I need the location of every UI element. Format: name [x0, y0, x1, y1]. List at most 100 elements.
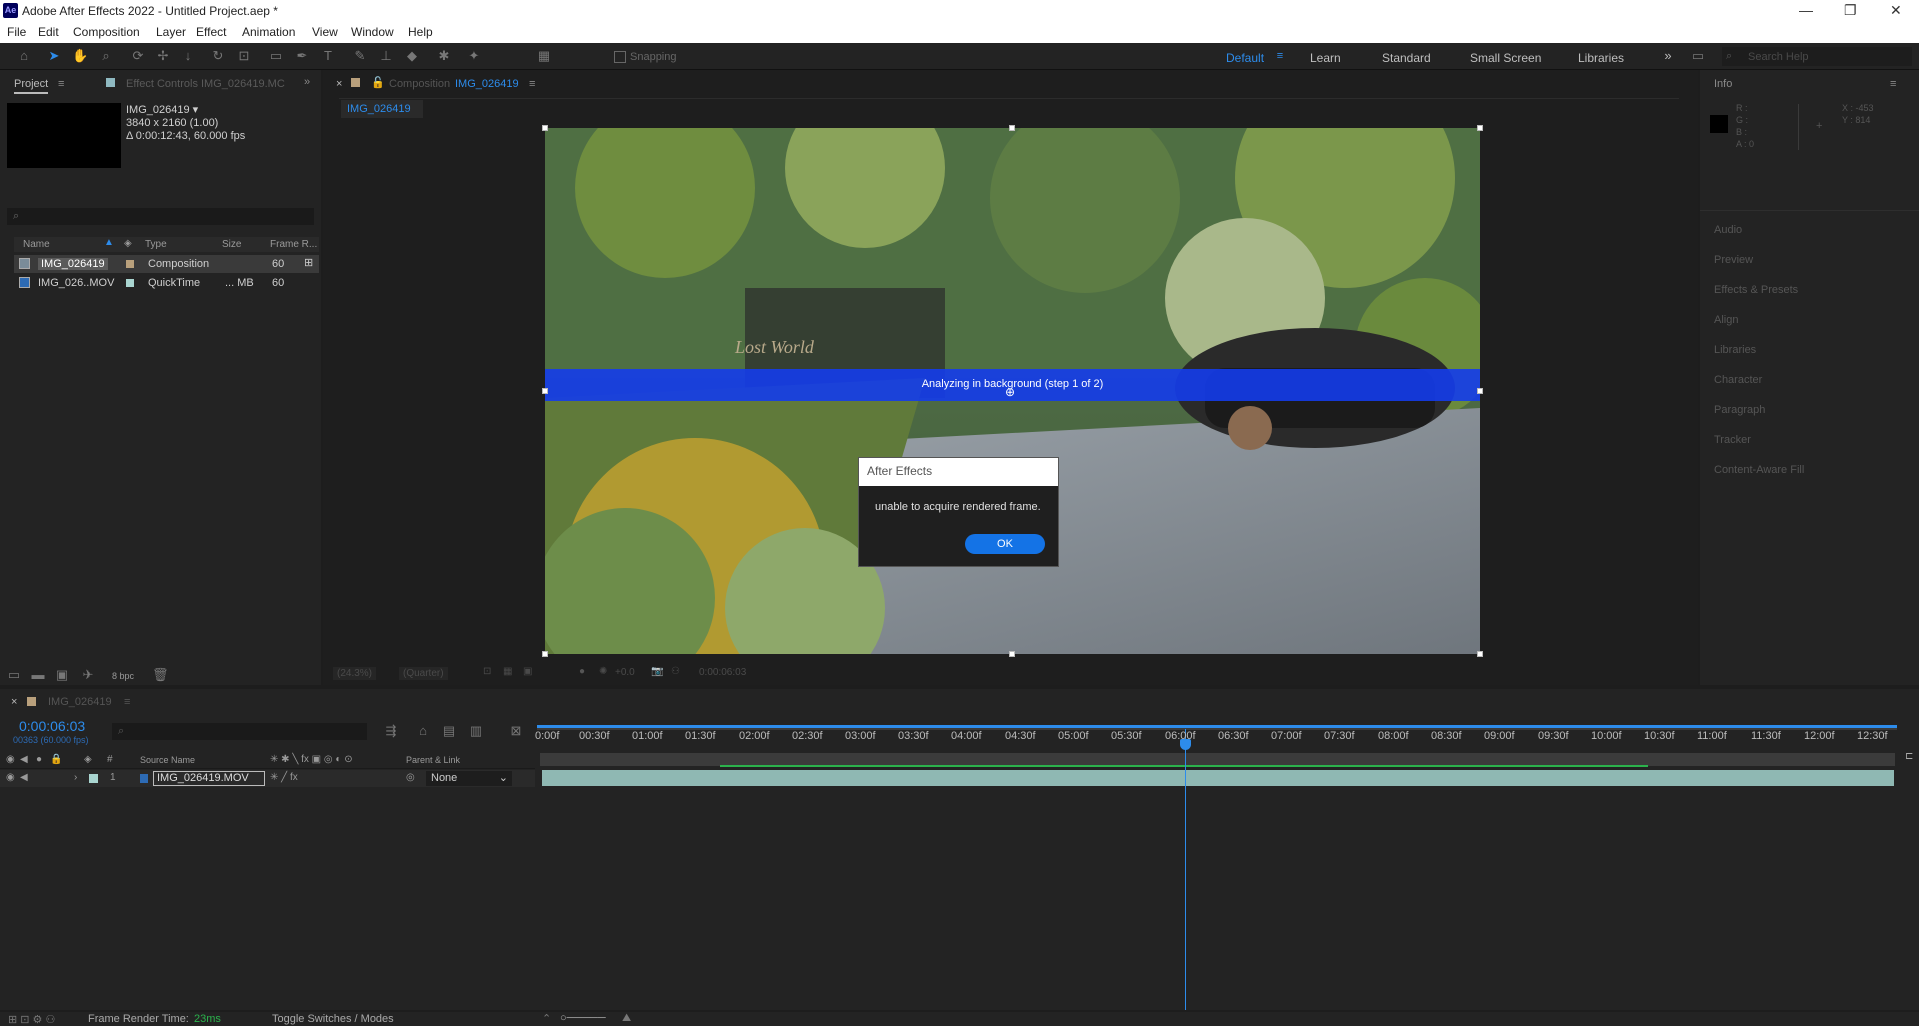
- project-search-input[interactable]: ⌕: [7, 208, 314, 225]
- draft-3d-icon[interactable]: ⌂: [415, 724, 431, 738]
- shy-layers-icon[interactable]: ▤: [441, 724, 457, 738]
- menu-edit[interactable]: Edit: [38, 25, 59, 39]
- transform-handle[interactable]: [1009, 125, 1015, 131]
- snapping-checkbox[interactable]: [614, 51, 626, 63]
- transform-handle[interactable]: [1477, 651, 1483, 657]
- panel-content-aware-fill[interactable]: Content-Aware Fill: [1714, 464, 1804, 476]
- close-icon[interactable]: ✕: [1890, 2, 1902, 19]
- exposure-value[interactable]: +0.0: [615, 667, 635, 678]
- workspace-learn[interactable]: Learn: [1310, 51, 1341, 65]
- pan-tool-icon[interactable]: ✢: [155, 49, 171, 63]
- panel-icon[interactable]: ▭: [1690, 49, 1706, 63]
- selection-tool-icon[interactable]: ➤: [46, 49, 62, 63]
- info-menu-icon[interactable]: ≡: [1890, 78, 1896, 90]
- layer-number-icon[interactable]: #: [107, 754, 113, 765]
- composition-mini-flowchart-icon[interactable]: ⇶: [383, 724, 399, 738]
- expand-layer-icon[interactable]: ›: [74, 772, 77, 783]
- video-switch-icon[interactable]: ◉: [6, 754, 15, 765]
- close-tab-icon[interactable]: ×: [336, 78, 342, 90]
- menu-view[interactable]: View: [312, 25, 338, 39]
- column-name[interactable]: Name: [23, 239, 50, 250]
- tab-effect-controls[interactable]: Effect Controls IMG_026419.MC: [126, 78, 285, 90]
- status-icons[interactable]: ⊞ ⊡ ⚙ ⚇: [8, 1013, 55, 1026]
- menu-animation[interactable]: Animation: [242, 25, 295, 39]
- panel-audio[interactable]: Audio: [1714, 224, 1742, 236]
- column-type[interactable]: Type: [145, 239, 167, 250]
- tab-project[interactable]: Project: [14, 78, 49, 94]
- motion-blur-icon[interactable]: [468, 724, 484, 738]
- transform-handle[interactable]: [542, 125, 548, 131]
- timeline-menu-icon[interactable]: ≡: [124, 696, 130, 708]
- workspace-standard[interactable]: Standard: [1382, 51, 1431, 65]
- menu-composition[interactable]: Composition: [73, 25, 140, 39]
- panel-effects-presets[interactable]: Effects & Presets: [1714, 284, 1798, 296]
- sort-ascending-icon[interactable]: ▲: [104, 237, 114, 248]
- type-tool-icon[interactable]: T: [320, 49, 336, 63]
- search-help-field[interactable]: ⌕ Search Help: [1722, 47, 1912, 66]
- toggle-switches-modes[interactable]: Toggle Switches / Modes: [272, 1013, 394, 1025]
- comp-menu-icon[interactable]: ≡: [529, 78, 535, 90]
- zoom-dropdown[interactable]: (24.3%): [333, 667, 377, 680]
- pickwhip-icon[interactable]: ◎: [406, 772, 415, 783]
- tab-composition[interactable]: IMG_026419: [455, 78, 519, 90]
- workspace-default[interactable]: Default: [1226, 51, 1264, 65]
- workspace-menu-icon[interactable]: ≡: [1272, 49, 1288, 63]
- work-area-range[interactable]: [537, 725, 1897, 728]
- graph-editor-icon[interactable]: ⊠: [508, 724, 524, 738]
- region-of-interest-icon[interactable]: ⊡: [483, 666, 491, 677]
- adjust-project-icon[interactable]: ✈: [80, 668, 96, 682]
- panel-libraries[interactable]: Libraries: [1714, 344, 1756, 356]
- zoom-slider[interactable]: ○─────: [560, 1012, 606, 1024]
- menu-window[interactable]: Window: [351, 25, 394, 39]
- layer-audio-icon[interactable]: ◀: [20, 772, 28, 783]
- flowchart-icon[interactable]: ⊞: [304, 256, 313, 269]
- close-tab-icon[interactable]: ×: [11, 696, 17, 708]
- roto-brush-tool-icon[interactable]: ✱: [436, 49, 452, 63]
- parent-dropdown[interactable]: None ⌄: [426, 771, 512, 786]
- transform-handle[interactable]: [1009, 651, 1015, 657]
- tab-timeline[interactable]: IMG_026419: [48, 696, 112, 708]
- interpret-footage-icon[interactable]: ▭: [6, 668, 22, 682]
- rotation-tool-icon[interactable]: ↻: [210, 49, 226, 63]
- rectangle-tool-icon[interactable]: ▭: [268, 49, 284, 63]
- panel-paragraph[interactable]: Paragraph: [1714, 404, 1765, 416]
- layer-switches[interactable]: ✳ ╱ fx: [270, 772, 298, 783]
- eraser-tool-icon[interactable]: ◆: [404, 49, 420, 63]
- menu-layer[interactable]: Layer: [156, 25, 186, 39]
- playhead-line[interactable]: [1185, 729, 1186, 1010]
- comp-subtab[interactable]: IMG_026419: [341, 100, 423, 118]
- home-icon[interactable]: ⌂: [16, 49, 32, 63]
- menu-file[interactable]: File: [7, 25, 26, 39]
- switches-icons[interactable]: ✳ ✱ ╲ fx ▣ ◎ ◐ ⊙: [270, 754, 353, 765]
- bpc-label[interactable]: 8 bpc: [112, 671, 134, 681]
- pen-tool-icon[interactable]: ✒: [294, 49, 310, 63]
- maximize-icon[interactable]: ❐: [1844, 2, 1857, 19]
- parent-link-column[interactable]: Parent & Link: [406, 755, 460, 765]
- transparency-grid-icon[interactable]: ▦: [503, 666, 512, 677]
- puppet-tool-icon[interactable]: ✦: [466, 49, 482, 63]
- new-composition-icon[interactable]: ▣: [54, 668, 70, 682]
- viewer-timecode[interactable]: 0:00:06:03: [699, 667, 746, 678]
- layer-visibility-icon[interactable]: ◉: [6, 772, 15, 783]
- zoom-out-icon[interactable]: ⌃: [542, 1012, 551, 1025]
- panel-expand-icon[interactable]: »: [304, 76, 310, 88]
- panel-tracker[interactable]: Tracker: [1714, 434, 1751, 446]
- table-row[interactable]: IMG_026419 Composition 60 ⊞: [14, 255, 319, 273]
- transform-handle[interactable]: [542, 651, 548, 657]
- column-size[interactable]: Size: [222, 239, 241, 250]
- workspace-small-screen[interactable]: Small Screen: [1470, 51, 1541, 65]
- workspace-libraries[interactable]: Libraries: [1578, 51, 1624, 65]
- dolly-tool-icon[interactable]: ↓: [180, 49, 196, 63]
- panel-character[interactable]: Character: [1714, 374, 1762, 386]
- audio-switch-icon[interactable]: ◀: [20, 754, 28, 765]
- layer-row[interactable]: ◉ ◀ › 1 IMG_026419.MOV ✳ ╱ fx ◎ None ⌄: [0, 770, 535, 787]
- layer-name[interactable]: IMG_026419.MOV: [153, 771, 265, 786]
- menu-help[interactable]: Help: [408, 25, 433, 39]
- anchor-point-icon[interactable]: ⊕: [1005, 385, 1015, 399]
- resolution-dropdown[interactable]: (Quarter): [399, 667, 448, 680]
- snapshot-icon[interactable]: 📷: [651, 666, 663, 677]
- table-row[interactable]: IMG_026..MOV QuickTime ... MB 60: [14, 274, 319, 292]
- solo-switch-icon[interactable]: ●: [36, 754, 42, 765]
- column-frame-rate[interactable]: Frame R...: [270, 239, 317, 250]
- minimize-icon[interactable]: —: [1799, 2, 1813, 18]
